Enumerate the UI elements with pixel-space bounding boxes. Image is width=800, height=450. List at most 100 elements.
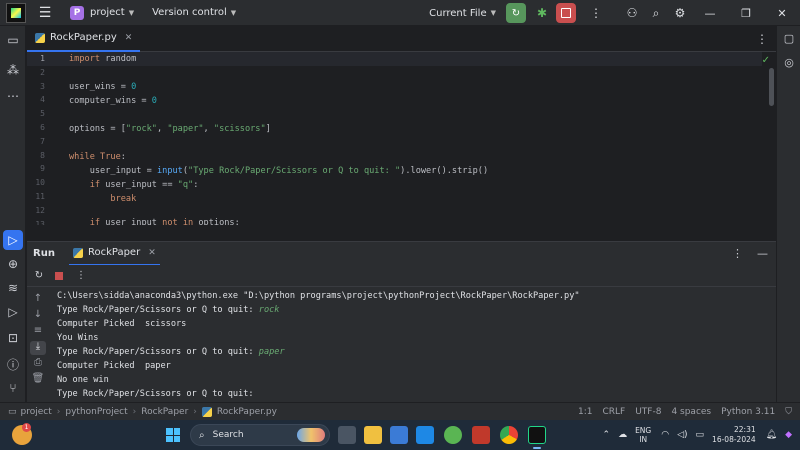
line-separator[interactable]: CRLF xyxy=(602,407,625,417)
code-editor[interactable]: 1 2 3 4 5 6 7 8 9 10 11 12 13 import random user_win… xyxy=(27,52,776,225)
settings-gear-icon[interactable]: ⚙ xyxy=(668,6,692,20)
editor-tab-rockpaper[interactable]: RockPaper.py ✕ xyxy=(27,26,141,52)
title-bar: ☰ P project ▼ Version control ▼ Current … xyxy=(0,0,800,26)
hide-panel-icon[interactable]: — xyxy=(757,247,768,260)
taskbar-search[interactable]: ⌕ Search xyxy=(190,424,330,446)
mcafee-icon[interactable] xyxy=(472,426,490,444)
python-packages-icon[interactable]: ⊕ xyxy=(3,254,23,274)
close-button[interactable]: ✕ xyxy=(764,7,800,20)
console-user-input: rock xyxy=(258,305,280,315)
layers-icon[interactable]: ≋ xyxy=(3,278,23,298)
chatgpt-icon[interactable] xyxy=(444,426,462,444)
line-number-gutter: 1 2 3 4 5 6 7 8 9 10 11 12 13 xyxy=(27,52,61,225)
chevron-down-icon: ▼ xyxy=(128,8,135,17)
copilot-icon[interactable]: ◆ xyxy=(785,430,792,440)
line-number: 7 xyxy=(40,136,45,146)
version-control-menu[interactable]: Version control ▼ xyxy=(152,0,236,26)
read-only-lock-icon[interactable]: ⛉ xyxy=(785,407,792,417)
rerun-button[interactable]: ↻ xyxy=(506,3,526,23)
more-tabs-icon[interactable]: ⋮ xyxy=(756,32,768,46)
console-line: Type Rock/Paper/Scissors or Q to quit: p… xyxy=(57,345,285,359)
run-console-output[interactable]: C:\Users\sidda\anaconda3\python.exe "D:\… xyxy=(49,287,776,402)
trash-icon[interactable]: 🗑 xyxy=(30,373,46,387)
project-folder-icon[interactable]: ▭ xyxy=(3,30,23,50)
run-tab-rockpaper[interactable]: RockPaper ✕ xyxy=(68,242,160,266)
notifications-icon[interactable]: ▢ xyxy=(781,32,797,48)
breadcrumb-item[interactable]: RockPaper xyxy=(141,407,188,417)
wifi-icon[interactable]: ◠ xyxy=(661,430,669,440)
more-actions-icon[interactable]: ⋮ xyxy=(73,270,89,281)
breadcrumb-item[interactable]: pythonProject xyxy=(65,407,127,417)
stop-button[interactable] xyxy=(556,3,576,23)
breadcrumb-item[interactable]: project xyxy=(21,407,52,417)
breadcrumb-item[interactable]: RockPaper.py xyxy=(217,407,277,417)
onedrive-cloud-icon[interactable]: ☁ xyxy=(618,430,627,440)
add-user-icon[interactable]: ⚇ xyxy=(620,6,644,20)
file-encoding[interactable]: UTF-8 xyxy=(635,407,661,417)
run-toolbar: ↻ ⋮ xyxy=(27,265,776,287)
code-line: if user_input not in options: xyxy=(89,218,240,225)
run-panel-options-icon[interactable]: ⋮ xyxy=(732,247,743,260)
app-icon[interactable] xyxy=(416,426,434,444)
project-selector[interactable]: project ▼ xyxy=(90,0,134,26)
line-number: 6 xyxy=(40,123,45,132)
line-number: 8 xyxy=(40,150,45,160)
stop-run-icon[interactable] xyxy=(55,271,63,280)
caret-position[interactable]: 1:1 xyxy=(578,407,592,417)
volume-icon[interactable]: ◁) xyxy=(677,430,687,440)
chrome-icon[interactable] xyxy=(500,426,518,444)
search-icon[interactable]: ⌕ xyxy=(644,6,668,21)
arrow-up-icon[interactable]: ↑ xyxy=(30,293,46,307)
git-icon[interactable]: ⑂ xyxy=(3,378,23,398)
rerun-icon[interactable]: ↻ xyxy=(31,270,47,281)
more-actions-icon[interactable]: ⋮ xyxy=(586,6,606,20)
python-file-icon xyxy=(201,406,212,417)
arrow-down-icon[interactable]: ↓ xyxy=(30,309,46,323)
clock-time: 22:31 xyxy=(734,425,756,434)
minimize-button[interactable]: — xyxy=(692,7,728,20)
search-label: Search xyxy=(212,430,244,440)
more-tools-icon[interactable]: ⋯ xyxy=(3,86,23,106)
microsoft-store-icon[interactable] xyxy=(390,426,408,444)
system-tray: ⌃ ☁ ENG IN ◠ ◁) ▭ 22:31 16-08-2024 🔔︎ ◆ xyxy=(603,420,800,450)
no-problems-check-icon: ✓ xyxy=(761,55,770,66)
battery-icon[interactable]: ▭ xyxy=(696,430,705,440)
close-icon[interactable]: ✕ xyxy=(148,248,156,258)
console-line: No one win xyxy=(57,375,109,385)
breadcrumb-folder-icon: ▭ xyxy=(8,406,17,417)
run-tool-icon[interactable]: ▷ xyxy=(3,230,23,250)
print-icon[interactable]: ⎙ xyxy=(30,357,46,371)
terminal-icon[interactable]: ⊡ xyxy=(3,328,23,348)
services-icon[interactable]: ▷ xyxy=(3,302,23,322)
run-config-selector[interactable]: Current File ▼ xyxy=(429,0,496,26)
pycharm-taskbar-icon[interactable] xyxy=(528,426,546,444)
debug-icon[interactable]: ✱ xyxy=(532,6,552,20)
ai-assistant-icon[interactable]: ◎ xyxy=(781,56,797,72)
code-line: user_input = input("Type Rock/Paper/Scis… xyxy=(69,166,489,176)
show-hidden-icons-chevron-icon[interactable]: ⌃ xyxy=(603,430,611,440)
console-prompt: Type Rock/Paper/Scissors or Q to quit: xyxy=(57,347,259,357)
structure-icon[interactable]: ⁂ xyxy=(3,60,23,80)
main-menu-icon[interactable]: ☰ xyxy=(32,0,58,26)
python-interpreter[interactable]: Python 3.11 xyxy=(721,407,775,417)
editor-scrollbar[interactable] xyxy=(769,68,774,106)
soft-wrap-icon[interactable]: ≡ xyxy=(30,325,46,339)
python-file-icon xyxy=(35,32,45,43)
console-side-toolbar: ↑ ↓ ≡ ⤓ ⎙ 🗑 xyxy=(27,287,49,402)
console-line: Type Rock/Paper/Scissors or Q to quit: r… xyxy=(57,303,279,317)
indentation[interactable]: 4 spaces xyxy=(671,407,711,417)
windows-start-icon[interactable] xyxy=(166,428,180,442)
restore-button[interactable]: ❐ xyxy=(728,7,764,20)
notification-bell-icon[interactable]: 🔔︎ xyxy=(766,430,777,440)
input-language[interactable]: ENG IN xyxy=(635,426,651,444)
run-panel-title: Run xyxy=(33,248,55,259)
close-icon[interactable]: ✕ xyxy=(125,33,133,43)
code-line: break xyxy=(110,194,137,204)
task-view-icon[interactable] xyxy=(338,426,356,444)
problems-icon[interactable]: ⓘ xyxy=(3,354,23,374)
run-config-label: Current File xyxy=(429,7,487,19)
file-explorer-icon[interactable] xyxy=(364,426,382,444)
scroll-to-end-icon[interactable]: ⤓ xyxy=(30,341,46,355)
system-clock[interactable]: 22:31 16-08-2024 xyxy=(712,425,756,445)
current-line-highlight xyxy=(27,52,762,66)
